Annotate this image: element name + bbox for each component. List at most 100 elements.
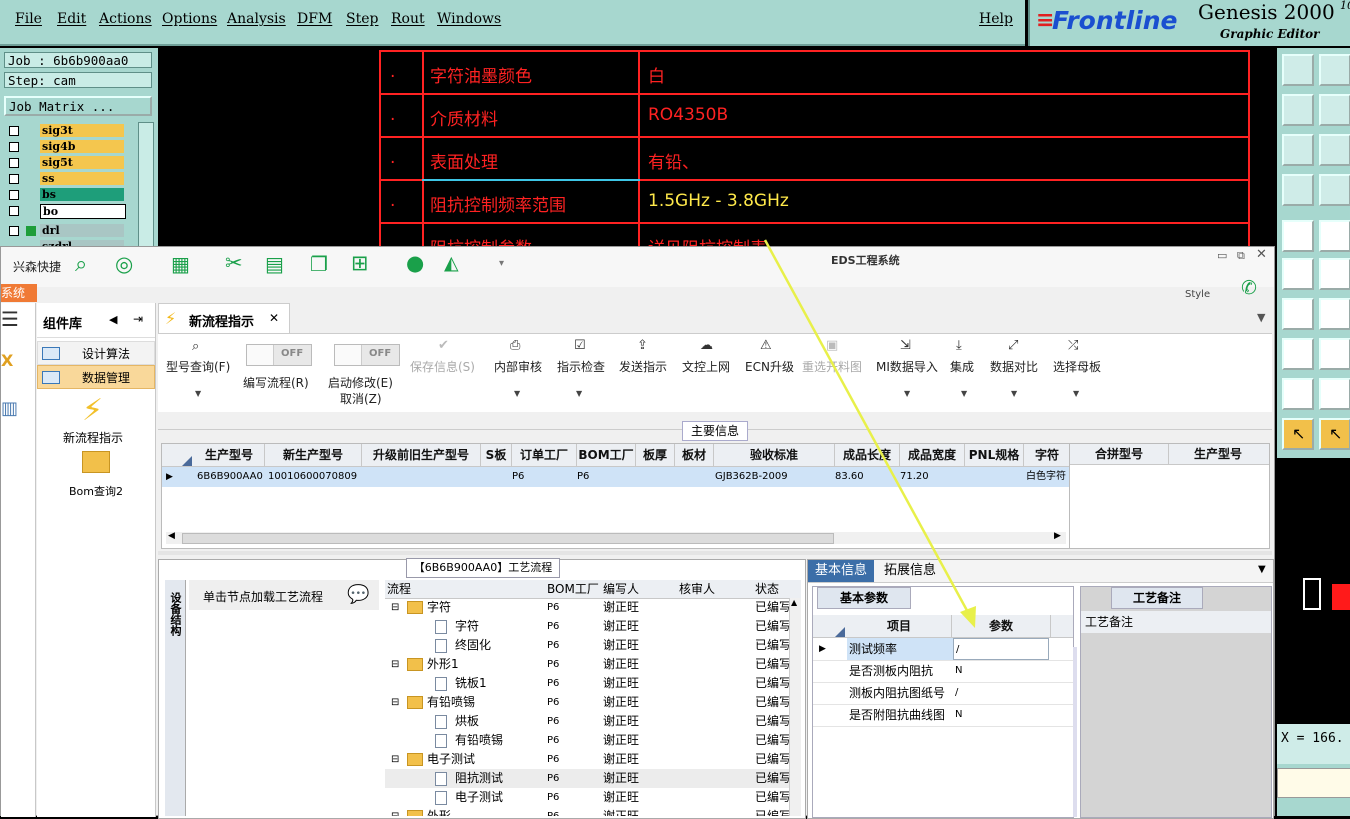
tool-button[interactable]: [1282, 258, 1314, 290]
layer-scrollbar[interactable]: [138, 122, 154, 250]
param-value[interactable]: /: [953, 638, 1049, 660]
grid-tool-button[interactable]: [1319, 174, 1350, 206]
mi-import-button[interactable]: MI数据导入: [876, 358, 938, 375]
tab-extended-info[interactable]: 拓展信息: [884, 560, 950, 582]
pointer-tool-button[interactable]: ↖: [1282, 418, 1314, 450]
ecn-button[interactable]: ECN升级: [745, 358, 794, 375]
tree-row[interactable]: ⊟ 电子测试 P6 谢正旺 已编写: [385, 750, 801, 769]
param-row[interactable]: 是否测板内阻抗 N: [813, 660, 1073, 683]
send-button[interactable]: 发送指示: [619, 358, 667, 375]
tool-button[interactable]: [1319, 298, 1350, 330]
pointer-tool-button[interactable]: ↖: [1319, 418, 1350, 450]
grid-icon[interactable]: ⊞: [351, 251, 369, 275]
close-icon[interactable]: ✕: [1256, 247, 1267, 262]
menu-help[interactable]: Help: [979, 11, 1013, 27]
select-all-icon[interactable]: [835, 627, 845, 637]
col-header[interactable]: 升级前旧生产型号: [362, 444, 481, 466]
tool-button[interactable]: [1282, 338, 1314, 370]
col-header[interactable]: 合拼型号: [1070, 444, 1169, 464]
col-header[interactable]: 编写人: [603, 580, 639, 598]
splitter[interactable]: [158, 551, 1272, 555]
tool-button[interactable]: [1282, 378, 1314, 410]
tab-new-flow[interactable]: ⚡ 新流程指示 ✕: [158, 303, 290, 334]
tree-row[interactable]: 阻抗测试 P6 谢正旺 已编写: [385, 769, 801, 788]
menu-icon[interactable]: ☰: [1, 307, 19, 331]
col-header[interactable]: 参数: [952, 615, 1051, 637]
tool-button[interactable]: [1319, 378, 1350, 410]
collapse-toggle-icon[interactable]: ⊟: [391, 598, 399, 617]
tree-row[interactable]: 铣板1 P6 谢正旺 已编写: [385, 674, 801, 693]
chevron-down-icon[interactable]: ▼: [904, 389, 910, 398]
layer-row[interactable]: sig3t: [6, 124, 124, 138]
style-menu[interactable]: Style: [1185, 289, 1210, 300]
excel-icon[interactable]: X: [1, 351, 13, 370]
col-header[interactable]: 成品长度: [835, 444, 900, 466]
reload-button[interactable]: 重选开料图: [802, 358, 862, 375]
tool-button[interactable]: [1282, 174, 1314, 206]
check-button[interactable]: 指示检查: [557, 358, 605, 375]
internal-review-button[interactable]: 内部审核: [494, 358, 542, 375]
chart-icon[interactable]: ◭: [444, 252, 459, 274]
nav-item-design[interactable]: 设计算法: [37, 341, 155, 365]
col-header[interactable]: 成品宽度: [900, 444, 965, 466]
menu-windows[interactable]: Windows: [437, 11, 501, 27]
chevron-down-icon[interactable]: ▼: [195, 389, 201, 398]
bom-query-label[interactable]: Bom查询2: [69, 483, 123, 499]
table-icon[interactable]: ▦: [171, 252, 190, 276]
tool-button[interactable]: [1319, 54, 1350, 86]
tool-button[interactable]: [1319, 338, 1350, 370]
splitter[interactable]: [1073, 647, 1077, 817]
tool-button[interactable]: [1282, 134, 1314, 166]
choose-mother-button[interactable]: 选择母板: [1053, 358, 1101, 375]
chevron-down-icon[interactable]: ▼: [1011, 389, 1017, 398]
integrate-button[interactable]: 集成: [950, 358, 974, 375]
save-info-button[interactable]: 保存信息(S): [410, 358, 475, 375]
menu-actions[interactable]: Actions: [99, 11, 152, 27]
new-flow-label[interactable]: 新流程指示: [63, 429, 123, 446]
tool-button[interactable]: [1282, 54, 1314, 86]
menu-step[interactable]: Step: [346, 11, 378, 27]
col-header[interactable]: 生产型号: [1169, 444, 1267, 464]
col-header[interactable]: 新生产型号: [265, 444, 362, 466]
param-row[interactable]: 是否附阻抗曲线图 N: [813, 704, 1073, 727]
device-struct-tab[interactable]: 设备结构: [165, 580, 186, 816]
grid-h-scrollbar[interactable]: ◀ ▶: [166, 531, 1066, 544]
tree-row[interactable]: ⊟ 外形 P6 谢正旺 已编写: [385, 807, 801, 816]
tool-button[interactable]: [1282, 94, 1314, 126]
tool-button[interactable]: [1319, 258, 1350, 290]
layer-row[interactable]: ss: [6, 172, 124, 186]
tree-row[interactable]: 电子测试 P6 谢正旺 已编写: [385, 788, 801, 807]
enable-edit-toggle[interactable]: OFF: [334, 344, 400, 366]
restore-icon[interactable]: ⧉: [1237, 249, 1245, 263]
layer-row[interactable]: bo: [6, 204, 126, 219]
tree-row[interactable]: ⊟ 外形1 P6 谢正旺 已编写: [385, 655, 801, 674]
craft-note-tab[interactable]: 工艺备注: [1111, 587, 1203, 609]
col-header[interactable]: 核审人: [679, 580, 715, 598]
tree-v-scrollbar[interactable]: ▲: [789, 598, 801, 816]
lifebuoy-icon[interactable]: ◎: [115, 252, 133, 276]
tree-row[interactable]: 烘板 P6 谢正旺 已编写: [385, 712, 801, 731]
folder-icon[interactable]: [82, 451, 110, 473]
tree-row[interactable]: 字符 P6 谢正旺 已编写: [385, 617, 801, 636]
chevron-down-icon[interactable]: ▼: [961, 389, 967, 398]
col-header[interactable]: 项目: [847, 615, 952, 637]
tree-row[interactable]: 终固化 P6 谢正旺 已编写: [385, 636, 801, 655]
layer-row[interactable]: drl: [6, 224, 124, 238]
collapse-icon[interactable]: ◀: [109, 313, 117, 326]
edit-flow-toggle[interactable]: OFF: [246, 344, 312, 366]
col-header[interactable]: 板厚: [636, 444, 675, 466]
collapse-toggle-icon[interactable]: ⊟: [391, 750, 399, 769]
user-icon[interactable]: ●: [406, 251, 424, 275]
menu-analysis[interactable]: Analysis: [227, 11, 286, 27]
tab-basic-info[interactable]: 基本信息: [808, 560, 874, 582]
col-header[interactable]: 验收标准: [714, 444, 835, 466]
chevron-down-icon[interactable]: ▼: [1258, 564, 1266, 575]
customize-icon[interactable]: ▾: [499, 258, 504, 269]
col-header[interactable]: BOM工厂: [547, 580, 599, 598]
col-header[interactable]: BOM工厂: [577, 444, 636, 466]
col-header[interactable]: S板: [481, 444, 512, 466]
job-matrix-button[interactable]: Job Matrix ...: [4, 96, 152, 116]
tool-button[interactable]: [1319, 94, 1350, 126]
tool-button[interactable]: [1319, 220, 1350, 252]
scissors-icon[interactable]: ✂: [225, 251, 243, 275]
